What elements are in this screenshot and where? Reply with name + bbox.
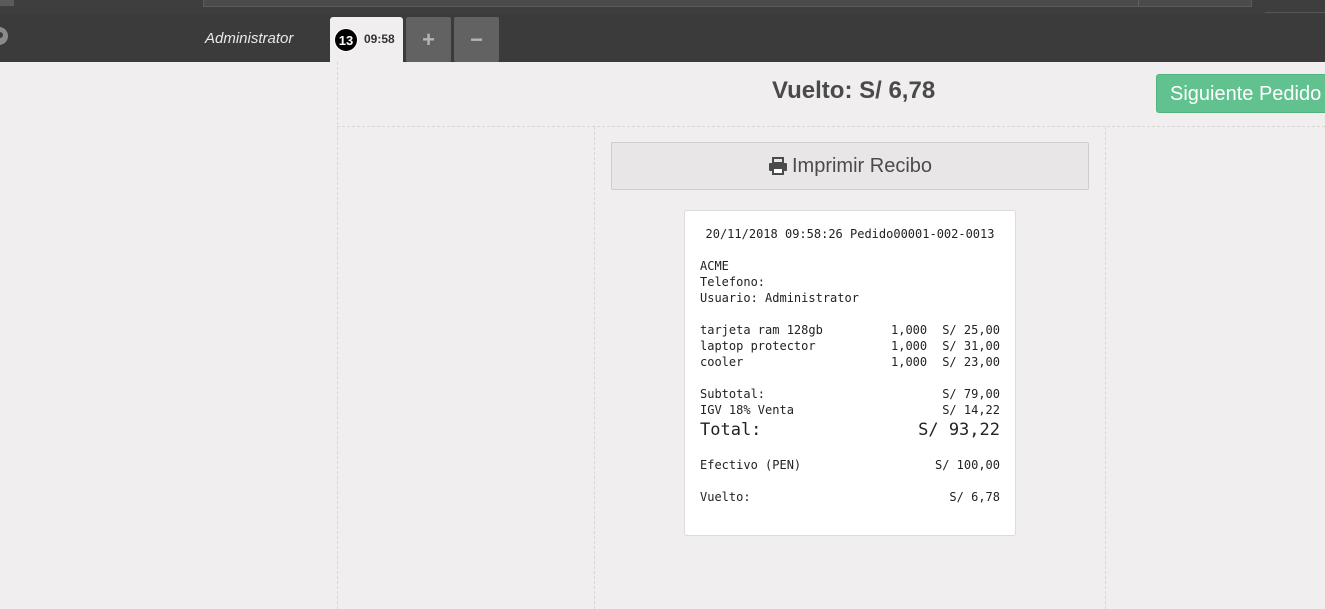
column-divider	[337, 62, 338, 609]
receipt-tax-label: IGV 18% Venta	[700, 403, 794, 417]
column-divider	[1105, 127, 1106, 609]
add-tab-button[interactable]: +	[406, 17, 451, 62]
user-name: Administrator	[205, 30, 294, 47]
order-tab-active[interactable]: 13 09:58	[330, 17, 403, 62]
receipt-header-line: 20/11/2018 09:58:26 Pedido00001-002-0013	[705, 227, 995, 241]
remove-tab-button[interactable]: −	[454, 17, 499, 62]
receipt-payment-label: Efectivo (PEN)	[700, 458, 802, 472]
receipt-total-label: Total:	[700, 420, 762, 440]
print-icon	[768, 157, 787, 175]
circle-icon[interactable]	[0, 27, 8, 45]
search-bar-divider	[1138, 0, 1139, 6]
order-tab-time: 09:58	[364, 32, 395, 46]
top-left-control[interactable]	[0, 0, 14, 6]
receipt: 20/11/2018 09:58:26 Pedido00001-002-0013…	[684, 210, 1016, 536]
receipt-item-name: cooler	[700, 355, 744, 369]
receipt-payment-value: S/ 100,00	[934, 458, 1000, 472]
receipt-phone-label: Telefono:	[700, 275, 766, 289]
receipt-item-price: S/ 25,00	[942, 323, 1000, 337]
receipt-total-value: S/ 93,22	[918, 420, 1000, 440]
next-order-button[interactable]: Siguiente Pedido ›	[1156, 74, 1325, 113]
print-receipt-label: Imprimir Recibo	[791, 154, 933, 177]
receipt-subtotal-value: S/ 79,00	[942, 387, 1000, 401]
receipt-item-name: laptop protector	[700, 339, 816, 353]
receipt-subtotal-label: Subtotal:	[700, 387, 766, 401]
receipt-item-qty: 1,000	[891, 339, 928, 353]
row-divider	[337, 126, 1325, 127]
minus-icon: −	[470, 26, 483, 52]
receipt-company: ACME	[700, 259, 729, 273]
receipt-change-value: S/ 6,78	[949, 490, 1000, 504]
receipt-user: Usuario: Administrator	[700, 291, 859, 305]
receipt-item-qty: 1,000	[891, 323, 928, 337]
column-divider	[594, 127, 595, 609]
plus-icon: +	[422, 26, 435, 52]
print-receipt-button[interactable]: Imprimir Recibo	[611, 142, 1089, 190]
navbar: Administrator 13 09:58 + −	[0, 14, 1325, 62]
order-number-badge: 13	[334, 28, 358, 52]
top-divider	[1265, 12, 1325, 13]
receipt-item-qty: 1,000	[891, 355, 928, 369]
top-strip	[0, 0, 1325, 14]
receipt-tax-value: S/ 14,22	[942, 403, 1000, 417]
top-search-bar[interactable]	[203, 0, 1252, 7]
receipt-change-label: Vuelto:	[700, 490, 751, 504]
receipt-item-price: S/ 23,00	[942, 355, 1000, 369]
change-title: Vuelto: S/ 6,78	[772, 77, 936, 104]
receipt-item-price: S/ 31,00	[942, 339, 1000, 353]
receipt-item-name: tarjeta ram 128gb	[700, 323, 823, 337]
